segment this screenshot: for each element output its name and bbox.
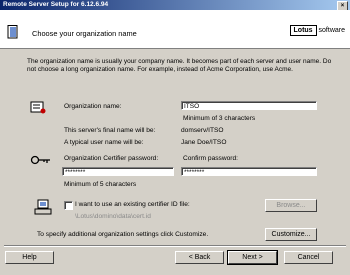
certifier-password-label: Organization Certifier password: bbox=[64, 155, 159, 162]
description: The organization name is usually your co… bbox=[27, 58, 332, 74]
logo-brand: Lotus bbox=[289, 25, 317, 36]
org-name-field[interactable]: ITSO bbox=[181, 101, 317, 110]
confirm-password-label: Confirm password: bbox=[183, 155, 238, 162]
user-name-label: A typical user name will be: bbox=[64, 139, 144, 146]
page-icon bbox=[7, 25, 18, 39]
logo-word: software bbox=[318, 27, 345, 34]
wizard-header: Choose your organization name Lotus soft… bbox=[0, 10, 350, 49]
key-icon bbox=[30, 155, 50, 165]
final-name-value: domserv/ITSO bbox=[181, 127, 224, 134]
title-bar: Remote Server Setup for 6.12.6.94 × bbox=[0, 0, 350, 11]
help-button[interactable]: Help bbox=[5, 251, 54, 264]
next-button[interactable]: Next > bbox=[227, 250, 278, 265]
page-title: Choose your organization name bbox=[32, 29, 137, 38]
lotus-logo: Lotus software bbox=[289, 25, 345, 36]
org-name-hint: Minimum of 3 characters bbox=[183, 115, 256, 122]
cancel-button[interactable]: Cancel bbox=[284, 251, 333, 264]
org-name-label: Organization name: bbox=[64, 103, 122, 110]
setup-window: Remote Server Setup for 6.12.6.94 × Choo… bbox=[0, 0, 350, 275]
user-name-value: Jane Doe/ITSO bbox=[181, 139, 227, 146]
back-button[interactable]: < Back bbox=[175, 251, 224, 264]
confirm-password-field[interactable]: ******** bbox=[181, 167, 317, 176]
customize-button[interactable]: Customize... bbox=[265, 228, 317, 241]
existing-id-path: \Lotus\domino\data\cert.id bbox=[75, 213, 151, 220]
footer-separator bbox=[4, 245, 346, 247]
existing-id-label[interactable]: I want to use an existing certifier ID f… bbox=[75, 201, 190, 208]
organization-icon bbox=[30, 101, 46, 114]
existing-id-checkbox[interactable] bbox=[64, 201, 73, 210]
certifier-password-hint: Minimum of 5 characters bbox=[64, 181, 137, 188]
certifier-password-field[interactable]: ******** bbox=[62, 167, 174, 176]
browse-button[interactable]: Browse... bbox=[265, 199, 317, 212]
window-title: Remote Server Setup for 6.12.6.94 bbox=[3, 1, 109, 8]
certifier-id-icon bbox=[34, 199, 52, 215]
customize-text: To specify additional organization setti… bbox=[37, 231, 209, 238]
final-name-label: This server's final name will be: bbox=[64, 127, 156, 134]
